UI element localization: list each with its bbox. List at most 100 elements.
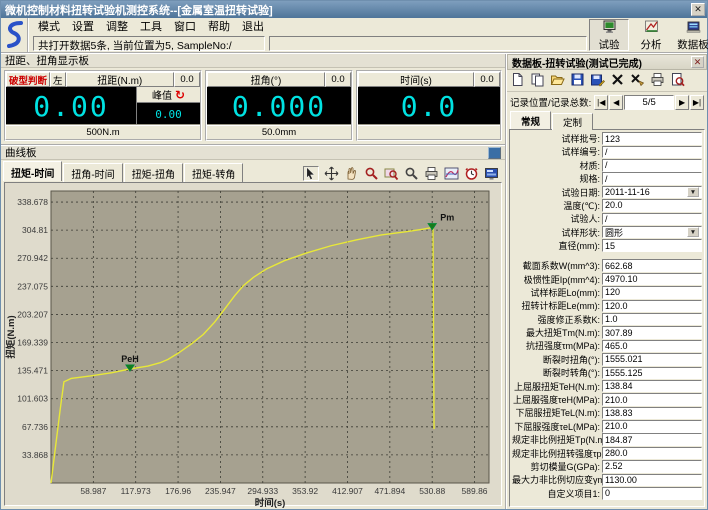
field-input[interactable]: 123 — [602, 132, 702, 145]
field-input[interactable]: 2011-11-16▼ — [602, 186, 702, 199]
display-settings-icon[interactable] — [483, 166, 499, 181]
field-input[interactable]: 0 — [602, 487, 702, 500]
curve-tab-扭角-时间[interactable]: 扭角-时间 — [63, 163, 122, 182]
field-input[interactable]: 138.83 — [602, 407, 702, 420]
field-value: 1130.00 — [605, 475, 699, 485]
field-input[interactable]: 20.0 — [602, 199, 702, 212]
field-input[interactable]: 465.0 — [602, 340, 702, 353]
zoom-region-icon[interactable] — [383, 166, 399, 181]
menu-item-帮助[interactable]: 帮助 — [203, 17, 235, 35]
print-preview-icon[interactable] — [670, 72, 685, 90]
field-input[interactable]: 184.87 — [602, 433, 702, 446]
field-value: 0 — [605, 488, 699, 498]
menu-item-窗口[interactable]: 窗口 — [169, 17, 201, 35]
menu-item-设置[interactable]: 设置 — [67, 17, 99, 35]
field-input[interactable]: 210.0 — [602, 420, 702, 433]
data-tab-定制[interactable]: 定制 — [552, 113, 593, 130]
display-3: 时间(s)0.00.0 — [356, 70, 502, 141]
data-panel-close-icon[interactable]: ✕ — [691, 56, 704, 68]
select-cursor-icon[interactable] — [303, 166, 319, 181]
save-as-icon[interactable] — [590, 72, 605, 90]
main-buttons: 试验分析数据板«前翻»后翻 — [587, 18, 708, 52]
field-label: 极惯性距Ip(mm^4): — [512, 273, 602, 286]
field-input[interactable]: 1555.021 — [602, 353, 702, 366]
field-row: 直径(mm):15 — [512, 239, 702, 252]
save-icon[interactable] — [570, 72, 585, 90]
next-record-button[interactable]: ▶ — [675, 95, 689, 110]
field-label: 下屈服强度τeL(MPa): — [512, 420, 602, 433]
new-record-icon[interactable] — [510, 72, 525, 90]
field-input[interactable]: 1.0 — [602, 313, 702, 326]
field-input[interactable]: / — [602, 213, 702, 226]
field-value: 210.0 — [605, 421, 699, 431]
field-label: 最大力非比例切应变γmax(%): — [512, 473, 602, 486]
menu-item-模式[interactable]: 模式 — [33, 17, 65, 35]
direction-button[interactable]: 左 — [50, 72, 66, 87]
svg-text:117.973: 117.973 — [121, 486, 151, 496]
toolbar-button-分析[interactable]: 分析 — [631, 19, 671, 51]
prev-record-button[interactable]: ◀ — [609, 95, 623, 110]
curve-style-icon[interactable] — [443, 166, 459, 181]
field-row: 断裂时扭角(°):1555.021 — [512, 353, 702, 366]
field-input[interactable]: 307.89 — [602, 326, 702, 339]
field-input[interactable]: 4970.10 — [602, 273, 702, 286]
panel-restore-icon[interactable] — [488, 147, 501, 159]
print-icon[interactable] — [423, 166, 439, 181]
field-row: 试样标距Lo(mm):120 — [512, 286, 702, 299]
curve-tab-扭矩-转角[interactable]: 扭矩-转角 — [184, 163, 243, 182]
field-label: 上屈服强度τeH(MPa): — [512, 393, 602, 406]
toolbar-button-数据板[interactable]: 数据板 — [673, 19, 708, 51]
curve-tab-扭矩-扭角[interactable]: 扭矩-扭角 — [124, 163, 183, 182]
chart-area[interactable]: 33.86867.736101.603135.471169.339203.207… — [4, 182, 502, 506]
field-input[interactable]: 280.0 — [602, 447, 702, 460]
toolbar-button-试验[interactable]: 试验 — [589, 19, 629, 51]
field-value: 184.87 — [605, 435, 699, 445]
field-value: 2.52 — [605, 461, 699, 471]
record-navigator: 记录位置/记录总数: |◀ ◀ 5/5 ▶ ▶| — [507, 92, 707, 112]
field-input[interactable]: 210.0 — [602, 393, 702, 406]
field-input[interactable]: 138.84 — [602, 380, 702, 393]
field-input[interactable]: 圆形▼ — [602, 226, 702, 239]
peak-reset-icon[interactable]: ↻ — [175, 90, 185, 100]
chevron-down-icon[interactable]: ▼ — [687, 187, 699, 198]
menu-item-退出[interactable]: 退出 — [237, 17, 269, 35]
menu-item-工具[interactable]: 工具 — [135, 17, 167, 35]
first-record-button[interactable]: |◀ — [594, 95, 608, 110]
open-file-icon[interactable] — [550, 72, 565, 90]
field-input[interactable]: 1555.125 — [602, 367, 702, 380]
toolbar-button-label: 数据板 — [677, 37, 708, 52]
display-small-value: 0.0 — [325, 72, 351, 87]
chevron-down-icon[interactable]: ▼ — [687, 227, 699, 238]
field-input[interactable]: 120.0 — [602, 300, 702, 313]
curve-panel-title: 曲线板 — [5, 145, 37, 160]
delete-record-icon[interactable] — [610, 72, 625, 90]
field-input[interactable]: / — [602, 172, 702, 185]
close-icon[interactable]: ✕ — [691, 3, 705, 16]
zoom-in-icon[interactable] — [363, 166, 379, 181]
svg-text:304.81: 304.81 — [22, 225, 48, 235]
field-input[interactable]: 120 — [602, 286, 702, 299]
break-detect-button[interactable]: 破型判断 — [6, 72, 50, 87]
peak-label: 峰值 — [152, 87, 172, 102]
field-input[interactable]: / — [602, 146, 702, 159]
field-row: 自定义项目1:0 — [512, 487, 702, 500]
field-input[interactable]: 15 — [602, 239, 702, 252]
copy-record-icon[interactable] — [530, 72, 545, 90]
field-input[interactable]: 1130.00 — [602, 474, 702, 487]
display-panel: 扭距、扭角显示板 破型判断左扭距(N.m)0.00.00峰值↻0.00500N.… — [1, 54, 505, 144]
pan-move-icon[interactable] — [323, 166, 339, 181]
field-input[interactable]: 2.52 — [602, 460, 702, 473]
zoom-out-icon[interactable] — [403, 166, 419, 181]
monitor-icon — [602, 19, 617, 37]
data-tab-常规[interactable]: 常规 — [510, 111, 551, 129]
hand-icon[interactable] — [343, 166, 359, 181]
curve-tab-扭矩-时间[interactable]: 扭矩-时间 — [3, 161, 62, 181]
delete-all-icon[interactable] — [630, 72, 645, 90]
field-row: 规定非比例扭转强度τp(MPa):280.0 — [512, 447, 702, 460]
field-input[interactable]: / — [602, 159, 702, 172]
timer-icon[interactable] — [463, 166, 479, 181]
field-input[interactable]: 662.68 — [602, 259, 702, 272]
print-icon[interactable] — [650, 72, 665, 90]
last-record-button[interactable]: ▶| — [690, 95, 704, 110]
menu-item-调整[interactable]: 调整 — [101, 17, 133, 35]
